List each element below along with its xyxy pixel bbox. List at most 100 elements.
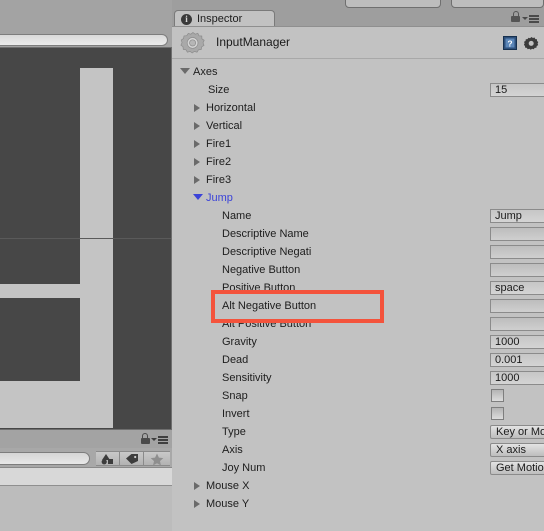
gravity-input[interactable]: 1000 (490, 335, 544, 349)
row-descriptive-name[interactable]: Descriptive Name (172, 225, 544, 243)
lock-icon[interactable] (140, 433, 150, 444)
chevron-right-icon (194, 158, 200, 166)
inspector-lock-icon[interactable] (510, 11, 520, 22)
property-label: Joy Num (222, 462, 266, 474)
property-label: Dead (222, 354, 249, 366)
row-invert[interactable]: Invert (172, 405, 544, 423)
dead-input[interactable]: 0.001 (490, 353, 544, 367)
row-positive-button[interactable]: Positive Button space (172, 279, 544, 297)
property-label: Alt Positive Button (222, 318, 312, 330)
size-input[interactable]: 15 (490, 83, 544, 97)
inspector-body: InputManager ? Axes Size 15 Horizontal V… (172, 26, 544, 531)
hierarchy-list-top[interactable] (0, 468, 172, 486)
chevron-right-icon (194, 122, 200, 130)
foldout-mouse-y[interactable]: Mouse Y (172, 495, 544, 513)
partial-tab-right[interactable] (451, 0, 544, 8)
property-label: Invert (222, 408, 250, 420)
property-label: Descriptive Negati (222, 246, 312, 258)
property-label: Axis (222, 444, 243, 456)
tag-icon (125, 454, 138, 464)
foldout-jump[interactable]: Jump (172, 189, 544, 207)
hierarchy-toolbar (0, 448, 172, 468)
shapes-icon (101, 454, 113, 465)
info-icon: i (181, 13, 192, 25)
tag-filter-button[interactable] (120, 451, 144, 466)
row-dead[interactable]: Dead 0.001 (172, 351, 544, 369)
foldout-fire2[interactable]: Fire2 (172, 153, 544, 171)
scene-viewport[interactable] (0, 47, 172, 430)
hierarchy-list-body[interactable] (0, 486, 172, 531)
negative-button-input[interactable] (490, 263, 544, 277)
chevron-right-icon (194, 176, 200, 184)
axes-root-label: Axes (193, 66, 218, 78)
row-snap[interactable]: Snap (172, 387, 544, 405)
axis-entry-label: Vertical (206, 120, 243, 132)
alt-positive-button-input[interactable] (490, 317, 544, 331)
hierarchy-menu-icon[interactable] (151, 435, 169, 444)
inspector-tab-label: Inspector (197, 13, 243, 25)
inspector-tab-bar: i Inspector (172, 9, 544, 27)
name-input[interactable]: Jump (490, 209, 544, 223)
invert-checkbox[interactable] (491, 407, 504, 420)
foldout-vertical[interactable]: Vertical (172, 117, 544, 135)
axis-entry-label: Fire3 (206, 174, 232, 186)
axis-entry-label: Horizontal (206, 102, 256, 114)
row-axis[interactable]: Axis X axis (172, 441, 544, 459)
tab-inspector[interactable]: i Inspector (174, 10, 275, 27)
property-label: Alt Negative Button (222, 300, 317, 312)
property-label: Positive Button (222, 282, 296, 294)
row-name[interactable]: Name Jump (172, 207, 544, 225)
chevron-right-icon (194, 482, 200, 490)
axis-entry-label: Fire1 (206, 138, 232, 150)
star-icon (150, 453, 164, 466)
descriptive-name-input[interactable] (490, 227, 544, 241)
unity-editor-window: i Inspector InputManager ? Axes Size 15 … (0, 0, 544, 531)
row-alt-negative-button[interactable]: Alt Negative Button (172, 297, 544, 315)
viewport-horizon-line (0, 238, 171, 239)
row-type[interactable]: Type Key or Mouse Button (172, 423, 544, 441)
row-joy-num[interactable]: Joy Num Get Motion from all Joysticks (172, 459, 544, 477)
property-label: Gravity (222, 336, 257, 348)
descriptive-negative-name-input[interactable] (490, 245, 544, 259)
chevron-down-icon (193, 194, 203, 200)
property-label: Name (222, 210, 252, 222)
foldout-fire3[interactable]: Fire3 (172, 171, 544, 189)
foldout-fire1[interactable]: Fire1 (172, 135, 544, 153)
joy-num-dropdown[interactable]: Get Motion from all Joysticks (490, 461, 544, 475)
foldout-horizontal[interactable]: Horizontal (172, 99, 544, 117)
row-sensitivity[interactable]: Sensitivity 1000 (172, 369, 544, 387)
chevron-right-icon (194, 104, 200, 112)
shapes-filter-button[interactable] (96, 451, 120, 466)
scene-search-input[interactable] (0, 34, 168, 46)
viewport-shape-lower-ledge (0, 381, 80, 428)
help-book-icon[interactable]: ? (503, 36, 518, 51)
row-descriptive-negative-name[interactable]: Descriptive Negati (172, 243, 544, 261)
viewport-shape-vertical-bar (80, 68, 113, 428)
foldout-mouse-x[interactable]: Mouse X (172, 477, 544, 495)
axis-entry-label: Fire2 (206, 156, 232, 168)
inspector-menu-icon[interactable] (522, 14, 540, 23)
row-size[interactable]: Size 15 (172, 81, 544, 99)
scene-view-tab-row (0, 18, 172, 48)
positive-button-input[interactable]: space (490, 281, 544, 295)
chevron-right-icon (194, 500, 200, 508)
alt-negative-button-input[interactable] (490, 299, 544, 313)
size-label: Size (208, 84, 230, 96)
row-negative-button[interactable]: Negative Button (172, 261, 544, 279)
axis-dropdown[interactable]: X axis (490, 443, 544, 457)
row-gravity[interactable]: Gravity 1000 (172, 333, 544, 351)
hierarchy-search-input[interactable] (0, 452, 90, 465)
snap-checkbox[interactable] (491, 389, 504, 402)
row-alt-positive-button[interactable]: Alt Positive Button (172, 315, 544, 333)
axis-dropdown-value: X axis (496, 444, 526, 456)
partial-tab-left[interactable] (345, 0, 441, 8)
type-dropdown[interactable]: Key or Mouse Button (490, 425, 544, 439)
sensitivity-input[interactable]: 1000 (490, 371, 544, 385)
favorites-filter-button[interactable] (144, 451, 170, 466)
axis-entry-label: Mouse Y (206, 498, 250, 510)
left-panel-top-strip (0, 0, 172, 18)
foldout-axes[interactable]: Axes (172, 63, 544, 81)
property-label: Negative Button (222, 264, 301, 276)
gear-icon[interactable] (524, 36, 539, 51)
scene-view-search-row (0, 33, 172, 47)
